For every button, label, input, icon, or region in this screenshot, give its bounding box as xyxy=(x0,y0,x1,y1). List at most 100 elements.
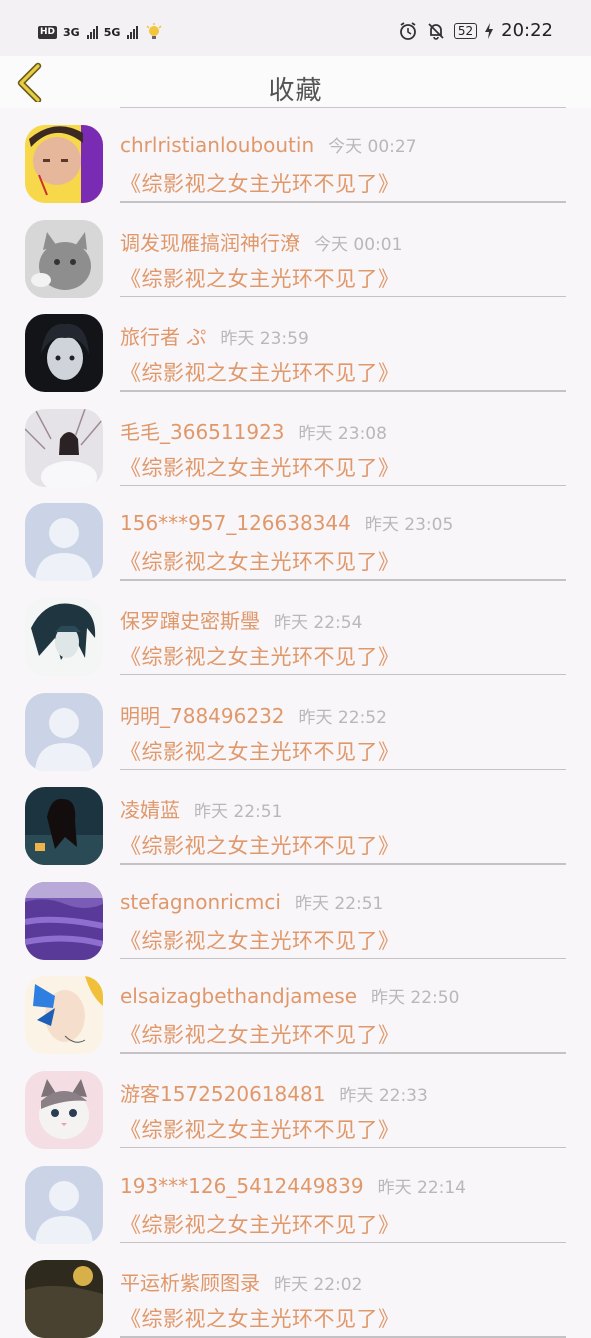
work-title-link[interactable]: 《综影视之女主光环不见了》 xyxy=(120,1303,400,1333)
timestamp: 昨天 22:14 xyxy=(377,1177,466,1198)
avatar[interactable] xyxy=(25,692,103,771)
hd-badge: HD xyxy=(38,25,58,39)
signal-icon xyxy=(127,25,139,39)
username: 游客1572520618481 xyxy=(120,1081,326,1106)
signal-icon xyxy=(86,25,98,39)
list-item[interactable]: 旅行者 ぷ昨天 23:59 《综影视之女主光环不见了》 xyxy=(0,297,591,393)
timestamp: 今天 00:27 xyxy=(328,137,417,157)
timestamp: 今天 00:01 xyxy=(314,234,403,255)
list-item[interactable]: 调发现雁搞润神行潦 今天 00:01 《综影视之女主光环不见了》 xyxy=(0,203,591,298)
mute-bell-icon xyxy=(428,22,444,40)
list-item[interactable]: 保罗蹿史密斯璺 昨天 22:54 《综影视之女主光环不见了》 xyxy=(0,581,591,676)
favorites-list: chrlristianlouboutin 今天 00:27 《综影视之女主光环不见了… xyxy=(0,108,591,1338)
work-title-link[interactable]: 《综影视之女主光环不见了》 xyxy=(120,641,400,671)
status-bar: HD 3G 5G 52 20:22 xyxy=(0,0,591,56)
battery-level: 52 xyxy=(453,22,478,39)
avatar-image xyxy=(25,1165,103,1244)
item-meta: 保罗蹿史密斯璺 昨天 22:54 xyxy=(120,605,362,634)
work-title-link[interactable]: 《综影视之女主光环不见了》 xyxy=(120,546,400,576)
timestamp: 昨天 22:51 xyxy=(294,893,384,914)
avatar-image xyxy=(25,787,103,866)
avatar[interactable] xyxy=(25,597,103,676)
timestamp: 昨天 22:50 xyxy=(371,988,460,1009)
list-item[interactable]: 156***957_126638344 昨天 23:05 《综影视之女主光环不见了》 xyxy=(0,486,591,582)
lightbulb-icon xyxy=(146,23,162,39)
avatar-image xyxy=(25,976,103,1055)
work-title-link[interactable]: 《综影视之女主光环不见了》 xyxy=(120,1209,400,1239)
avatar[interactable] xyxy=(25,408,103,487)
list-item[interactable]: 平运析紫顾图录 昨天 22:02 《综影视之女主光环不见了》 xyxy=(0,1243,591,1338)
header-bar: 收藏 xyxy=(0,56,591,108)
item-meta: 游客1572520618481 昨天 22:33 xyxy=(120,1078,428,1107)
username: 平运析紫顾图录 xyxy=(120,1271,260,1296)
avatar-image xyxy=(25,1260,103,1338)
avatar[interactable] xyxy=(25,125,103,203)
clock: 20:22 xyxy=(501,20,553,41)
work-title-link[interactable]: 《综影视之女主光环不见了》 xyxy=(120,168,400,198)
work-title-link[interactable]: 《综影视之女主光环不见了》 xyxy=(120,1114,400,1144)
item-meta: 193***126_5412449839 昨天 22:14 xyxy=(120,1173,466,1198)
timestamp: 昨天 22:52 xyxy=(298,707,387,728)
timestamp: 昨天 22:51 xyxy=(194,802,283,823)
list-item[interactable]: 凌婧蓝 昨天 22:51 《综影视之女主光环不见了》 xyxy=(0,770,591,866)
avatar-image xyxy=(25,503,103,582)
work-title-link[interactable]: 《综影视之女主光环不见了》 xyxy=(120,830,400,860)
item-meta: 156***957_126638344 昨天 23:05 xyxy=(120,510,453,535)
item-meta: 毛毛_366511923 昨天 23:08 xyxy=(120,416,387,445)
work-title-link[interactable]: 《综影视之女主光环不见了》 xyxy=(120,357,400,387)
avatar[interactable] xyxy=(25,1165,103,1244)
charging-icon xyxy=(485,22,494,39)
timestamp: 昨天 22:54 xyxy=(274,612,363,633)
username: 凌婧蓝 xyxy=(120,798,180,823)
username: stefagnonricmci xyxy=(120,889,281,914)
list-item[interactable]: chrlristianlouboutin 今天 00:27 《综影视之女主光环不见了… xyxy=(0,108,591,203)
avatar[interactable] xyxy=(25,787,103,866)
network-3g-label: 3G xyxy=(63,25,80,39)
avatar[interactable] xyxy=(25,1260,103,1338)
status-right: 52 20:22 xyxy=(398,20,553,41)
work-title-link[interactable]: 《综影视之女主光环不见了》 xyxy=(120,925,400,955)
item-meta: chrlristianlouboutin 今天 00:27 xyxy=(120,132,417,157)
avatar[interactable] xyxy=(25,976,103,1055)
item-meta: elsaizagbethandjamese 昨天 22:50 xyxy=(120,983,459,1008)
username: 193***126_5412449839 xyxy=(120,1173,364,1198)
page-title: 收藏 xyxy=(268,76,323,106)
timestamp: 昨天 22:02 xyxy=(274,1275,363,1296)
work-title-link[interactable]: 《综影视之女主光环不见了》 xyxy=(120,452,400,482)
status-left: HD 3G 5G xyxy=(38,22,164,42)
work-title-link[interactable]: 《综影视之女主光环不见了》 xyxy=(120,1019,400,1049)
item-meta: 调发现雁搞润神行潦 今天 00:01 xyxy=(120,227,402,256)
list-item[interactable]: 193***126_5412449839 昨天 22:14 《综影视之女主光环不见了… xyxy=(0,1149,591,1244)
avatar[interactable] xyxy=(25,503,103,582)
list-item[interactable]: stefagnonricmci 昨天 22:51 《综影视之女主光环不见了》 xyxy=(0,865,591,960)
username: 旅行者 ぷ xyxy=(120,325,207,350)
list-item[interactable]: 毛毛_366511923 昨天 23:08 《综影视之女主光环不见了》 xyxy=(0,392,591,487)
avatar-image xyxy=(25,597,103,676)
avatar[interactable] xyxy=(25,219,103,298)
item-meta: stefagnonricmci 昨天 22:51 xyxy=(120,889,383,914)
timestamp: 昨天 23:05 xyxy=(364,515,454,536)
work-title-link[interactable]: 《综影视之女主光环不见了》 xyxy=(120,736,400,766)
alarm-icon xyxy=(399,21,416,40)
avatar[interactable] xyxy=(25,1070,103,1149)
username: chrlristianlouboutin xyxy=(120,133,315,157)
avatar[interactable] xyxy=(25,314,103,393)
avatar-image xyxy=(25,219,103,298)
username: 156***957_126638344 xyxy=(120,511,351,536)
username: 毛毛_366511923 xyxy=(120,419,285,444)
list-item[interactable]: 明明_788496232 昨天 22:52 《综影视之女主光环不见了》 xyxy=(0,676,591,771)
list-item[interactable]: elsaizagbethandjamese 昨天 22:50 《综影视之女主光环不见… xyxy=(0,959,591,1055)
avatar-image xyxy=(25,314,103,393)
work-title-link[interactable]: 《综影视之女主光环不见了》 xyxy=(120,263,400,293)
timestamp: 昨天 23:59 xyxy=(220,329,309,350)
username: elsaizagbethandjamese xyxy=(120,984,358,1009)
list-item[interactable]: 游客1572520618481 昨天 22:33 《综影视之女主光环不见了》 xyxy=(0,1054,591,1149)
timestamp: 昨天 22:33 xyxy=(339,1085,428,1106)
avatar[interactable] xyxy=(25,881,103,960)
avatar-image xyxy=(25,125,103,203)
username: 明明_788496232 xyxy=(120,703,285,728)
avatar-image xyxy=(25,408,103,487)
timestamp: 昨天 23:08 xyxy=(298,423,387,444)
avatar-image xyxy=(25,881,103,960)
item-meta: 平运析紫顾图录 昨天 22:02 xyxy=(120,1267,362,1296)
